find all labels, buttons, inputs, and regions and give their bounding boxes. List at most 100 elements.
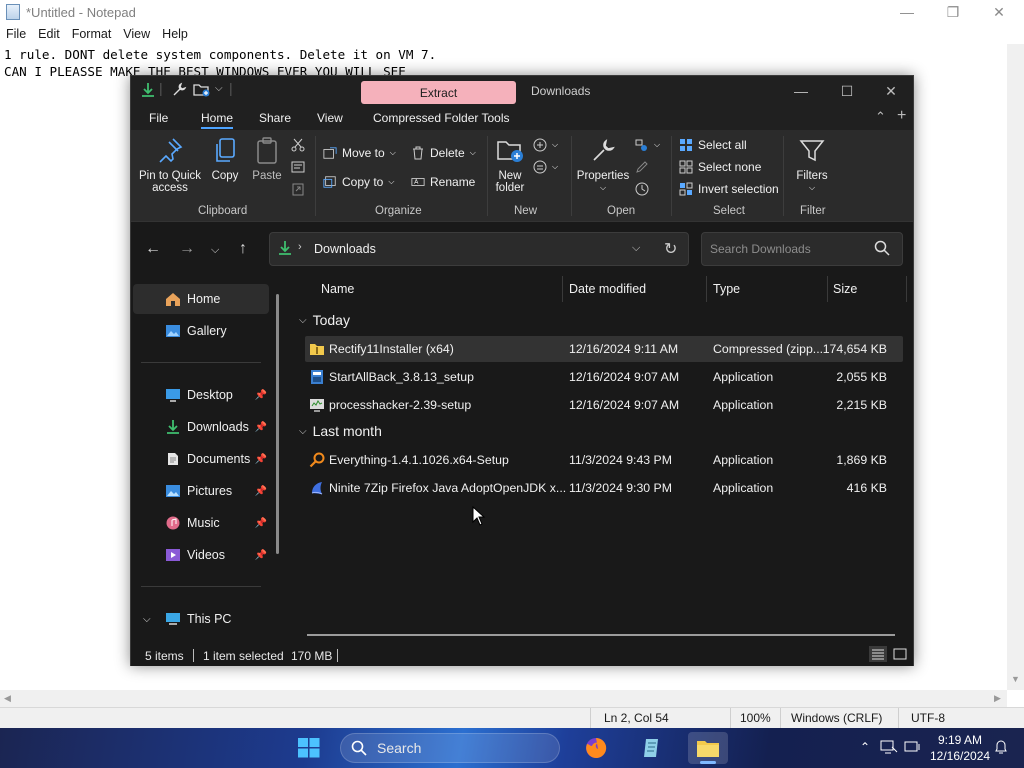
pin-icon[interactable]: 📌 [255, 486, 267, 497]
large-icons-view-icon[interactable] [893, 647, 907, 664]
new-item-button[interactable]: ⌵ [533, 138, 558, 152]
forward-arrow-icon[interactable]: → [179, 240, 195, 258]
open-button[interactable]: ⌵ [635, 138, 660, 152]
column-name[interactable]: Name [321, 282, 354, 296]
navigation-pane-scrollbar[interactable] [276, 294, 279, 554]
start-button[interactable] [298, 738, 320, 758]
explorer-close-button[interactable]: ✕ [871, 80, 911, 102]
refresh-icon[interactable]: ↻ [664, 239, 677, 259]
network-icon[interactable] [880, 739, 898, 758]
select-all-button[interactable]: Select all [679, 138, 747, 152]
new-folder-button[interactable]: New folder [489, 136, 531, 194]
menu-help[interactable]: Help [156, 27, 194, 41]
column-type[interactable]: Type [713, 282, 740, 296]
filters-button[interactable]: Filters ⌵ [789, 136, 835, 194]
close-button[interactable]: ✕ [976, 0, 1022, 24]
delete-button[interactable]: Delete ⌵ [411, 146, 476, 160]
tab-view[interactable]: View [317, 111, 343, 125]
edit-button[interactable] [635, 160, 649, 174]
tab-compressed-folder-tools[interactable]: Compressed Folder Tools [373, 111, 510, 125]
paste-button[interactable]: Paste [247, 136, 287, 182]
address-history-chevron-icon[interactable]: ⌵ [632, 242, 640, 255]
menu-edit[interactable]: Edit [32, 27, 66, 41]
explorer-maximize-button[interactable]: ☐ [827, 80, 867, 102]
sidebar-item-gallery[interactable]: Gallery [133, 316, 269, 346]
cut-button[interactable] [291, 138, 305, 152]
file-size: 174,654 KB [822, 342, 887, 356]
new-folder-quick-icon[interactable] [193, 82, 211, 101]
group-last-month[interactable]: ⌵ Last month [299, 423, 382, 439]
file-row[interactable]: Everything-1.4.1.1026.x64-Setup 11/3/202… [305, 447, 903, 473]
paste-shortcut-button[interactable] [291, 182, 305, 196]
column-size[interactable]: Size [833, 282, 857, 296]
notepad-horizontal-scrollbar[interactable]: ◀ ▶ [0, 690, 1007, 707]
menu-view[interactable]: View [117, 27, 156, 41]
copy-to-button[interactable]: Copy to ⌵ [323, 175, 394, 189]
show-hidden-icons-chevron-icon[interactable]: ⌃ [860, 740, 870, 754]
search-box[interactable]: Search Downloads [701, 232, 903, 266]
extract-contextual-tab[interactable]: Extract [361, 81, 516, 104]
address-bar[interactable]: › Downloads ⌵ ↻ [269, 232, 689, 266]
history-button[interactable] [635, 182, 649, 196]
file-row[interactable]: Ninite 7Zip Firefox Java AdoptOpenJDK x.… [305, 475, 903, 501]
pin-icon[interactable]: 📌 [255, 550, 267, 561]
scroll-left-arrow-icon[interactable]: ◀ [4, 693, 11, 704]
notification-bell-icon[interactable] [994, 739, 1008, 758]
collapse-ribbon-icon[interactable]: ⌃ [875, 109, 886, 125]
sidebar-item-documents[interactable]: Documents 📌 [133, 444, 269, 474]
taskbar-search[interactable]: Search [340, 733, 560, 763]
file-list-horizontal-scrollbar[interactable] [307, 634, 895, 636]
search-icon[interactable] [874, 240, 890, 259]
menu-file[interactable]: File [0, 27, 32, 41]
sidebar-item-downloads[interactable]: Downloads 📌 [133, 412, 269, 442]
notepad-vertical-scrollbar[interactable]: ▼ [1007, 44, 1024, 690]
invert-selection-button[interactable]: Invert selection [679, 182, 779, 196]
sidebar-item-home[interactable]: Home [133, 284, 269, 314]
taskbar-firefox[interactable] [576, 732, 616, 764]
move-to-button[interactable]: Move to ⌵ [323, 146, 396, 160]
sidebar-item-videos[interactable]: Videos 📌 [133, 540, 269, 570]
sidebar-item-pictures[interactable]: Pictures 📌 [133, 476, 269, 506]
sidebar-item-desktop[interactable]: Desktop 📌 [133, 380, 269, 410]
group-today[interactable]: ⌵ Today [299, 312, 350, 328]
menu-format[interactable]: Format [66, 27, 118, 41]
tab-share[interactable]: Share [259, 111, 291, 125]
scroll-right-arrow-icon[interactable]: ▶ [994, 693, 1001, 704]
column-date-modified[interactable]: Date modified [569, 282, 646, 296]
file-row[interactable]: StartAllBack_3.8.13_setup 12/16/2024 9:0… [305, 364, 903, 390]
file-row[interactable]: processhacker-2.39-setup 12/16/2024 9:07… [305, 392, 903, 418]
tab-file[interactable]: File [149, 111, 168, 125]
search-input[interactable]: Search Downloads [710, 242, 811, 256]
rename-button[interactable]: Rename [411, 175, 475, 189]
pin-icon[interactable]: 📌 [255, 422, 267, 433]
new-tab-plus-icon[interactable]: + [897, 107, 906, 125]
customize-quick-access-icon[interactable]: ⌵ [215, 83, 223, 94]
tab-home[interactable]: Home [201, 111, 234, 129]
copy-button[interactable]: Copy [205, 136, 245, 182]
explorer-minimize-button[interactable]: — [781, 80, 821, 102]
properties-quick-icon[interactable] [171, 82, 187, 101]
pin-icon[interactable]: 📌 [255, 390, 267, 401]
pin-to-quick-access-button[interactable]: Pin to Quick access [137, 136, 203, 194]
sidebar-item-this-pc[interactable]: ⌵ This PC [133, 604, 269, 634]
up-arrow-icon[interactable]: ↑ [239, 240, 247, 258]
expand-chevron-icon[interactable]: ⌵ [143, 614, 151, 625]
details-view-icon[interactable] [869, 646, 887, 665]
sidebar-item-music[interactable]: Music 📌 [133, 508, 269, 538]
restore-button[interactable]: ❐ [930, 0, 976, 24]
back-arrow-icon[interactable]: ← [145, 240, 161, 258]
taskbar-file-explorer[interactable] [688, 732, 728, 764]
pin-icon[interactable]: 📌 [255, 454, 267, 465]
file-row[interactable]: Rectify11Installer (x64) 12/16/2024 9:11… [305, 336, 903, 362]
scroll-down-arrow-icon[interactable]: ▼ [1011, 674, 1020, 684]
properties-button[interactable]: Properties ⌵ [575, 136, 631, 194]
select-none-button[interactable]: Select none [679, 160, 761, 174]
copy-path-button[interactable] [291, 160, 305, 174]
pin-icon[interactable]: 📌 [255, 518, 267, 529]
volume-icon[interactable] [904, 739, 922, 758]
recent-locations-chevron-icon[interactable]: ⌵ [211, 244, 219, 257]
taskbar-notepad[interactable] [632, 732, 672, 764]
minimize-button[interactable]: — [884, 0, 930, 24]
easy-access-button[interactable]: ⌵ [533, 160, 558, 174]
system-clock[interactable]: 9:19 AM 12/16/2024 [930, 732, 990, 764]
